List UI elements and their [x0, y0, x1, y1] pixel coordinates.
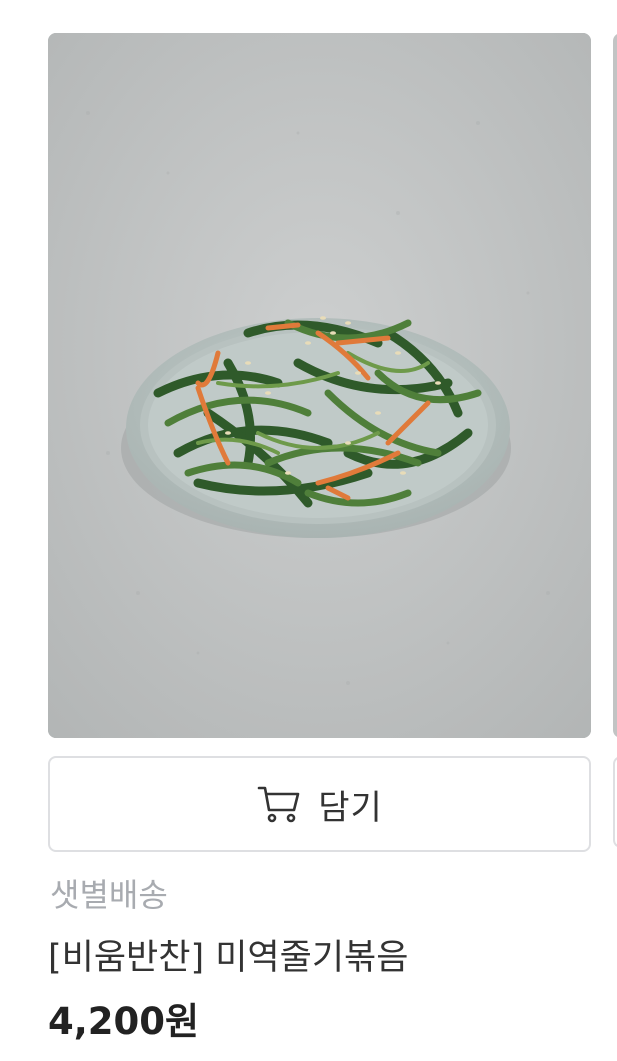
product-image[interactable]: [48, 33, 591, 738]
product-price: 4,200원: [48, 1000, 200, 1043]
add-to-cart-label: 담기: [318, 787, 383, 828]
delivery-type: 샛별배송: [50, 876, 168, 914]
add-to-cart-button[interactable]: 담기: [48, 756, 591, 852]
cart-icon: [257, 786, 300, 823]
next-add-to-cart-button-peek[interactable]: [613, 756, 617, 848]
next-product-image-peek[interactable]: [613, 33, 617, 738]
product-name[interactable]: [비움반찬] 미역줄기볶음: [48, 936, 408, 980]
